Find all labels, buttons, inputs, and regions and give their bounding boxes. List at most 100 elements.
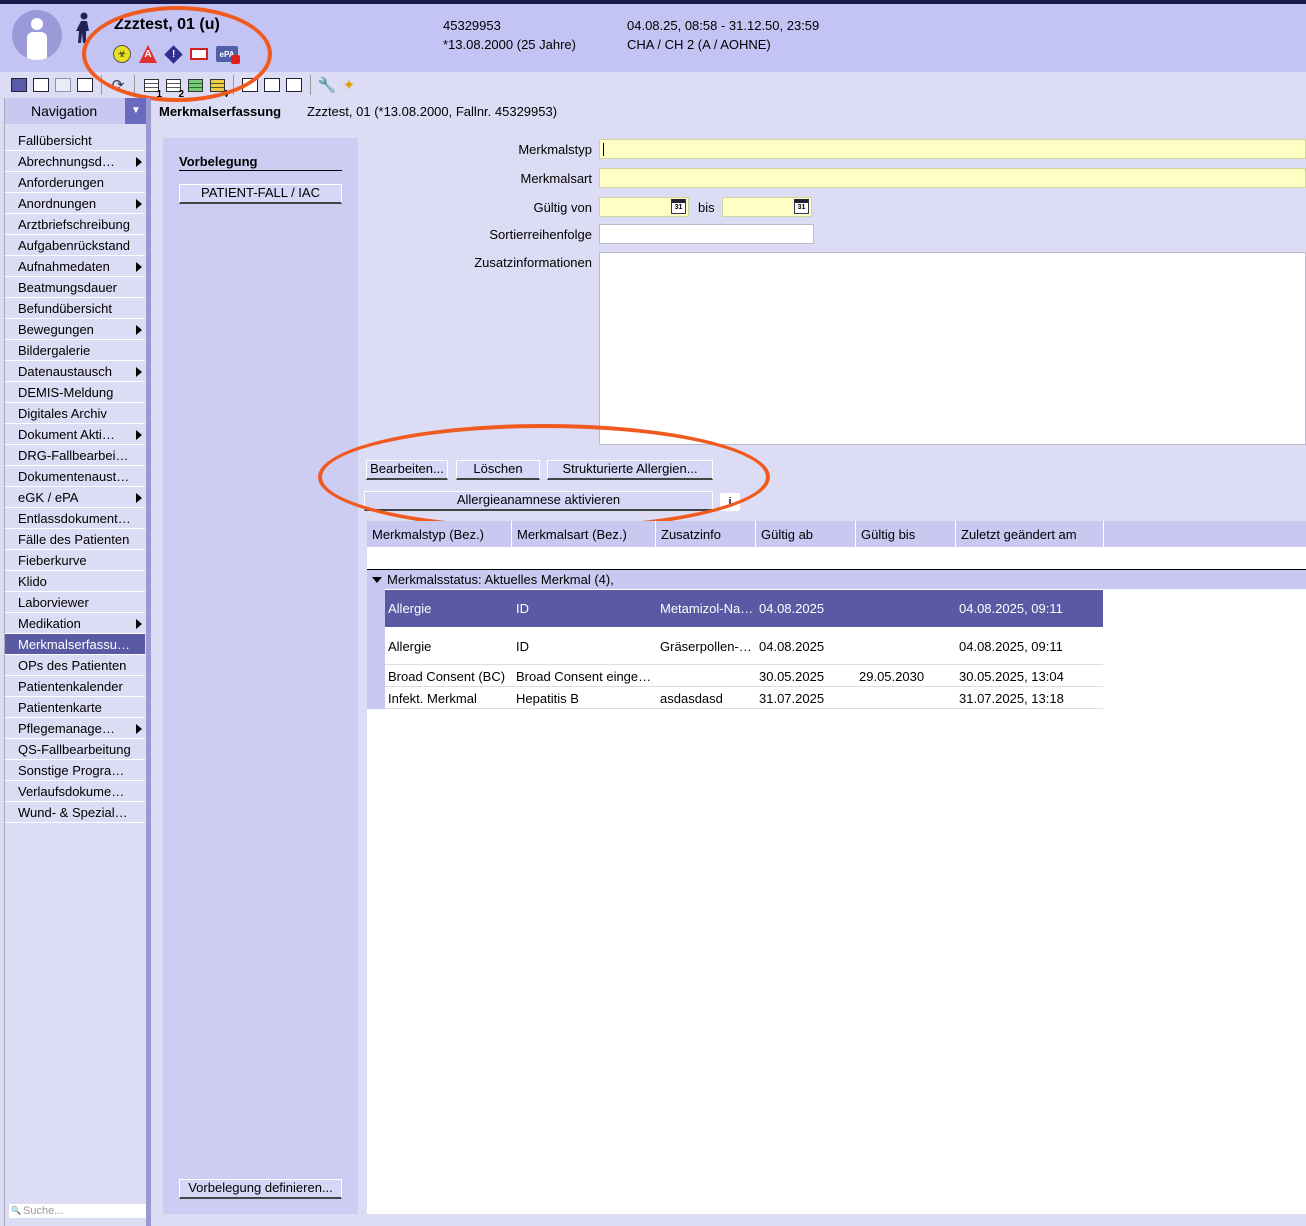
nav-item-label: Arztbriefschreibung	[18, 217, 130, 232]
nav-item[interactable]: Laborviewer	[5, 592, 145, 613]
table-cell-changed: 04.08.2025, 09:11	[959, 639, 1063, 654]
valid-to-label: bis	[698, 200, 715, 215]
nav-item[interactable]: Entlassdokument…	[5, 508, 145, 529]
nav-item[interactable]: eGK / ePA	[5, 487, 145, 508]
navigation-dropdown-button[interactable]: ▼	[125, 98, 147, 124]
nav-item[interactable]: Aufgabenrückstand	[5, 235, 145, 256]
nav-item[interactable]: Datenaustausch	[5, 361, 145, 382]
nav-item-label: Medikation	[18, 616, 81, 631]
edit-list-icon[interactable]	[283, 74, 305, 96]
new-star-icon[interactable]: ✦	[338, 74, 360, 96]
type-field[interactable]	[599, 139, 1306, 159]
nav-item[interactable]: Abrechnungsd…	[5, 151, 145, 172]
navigation-search-input[interactable]: Suche...	[9, 1204, 147, 1218]
table-cell-from: 04.08.2025	[759, 639, 825, 654]
preset-title: Vorbelegung	[179, 154, 258, 169]
nav-item[interactable]: Pflegemanage…	[5, 718, 145, 739]
nav-item[interactable]: Anforderungen	[5, 172, 145, 193]
status-strip	[151, 1214, 1306, 1226]
valid-from-field[interactable]: 31	[599, 197, 689, 217]
column-header[interactable]: Merkmalstyp (Bez.)	[367, 521, 512, 547]
nav-item[interactable]: Dokumentenaust…	[5, 466, 145, 487]
table-cell-info: Metamizol-Na…	[660, 601, 754, 616]
kind-field[interactable]	[599, 168, 1306, 188]
nav-item[interactable]: Bildergalerie	[5, 340, 145, 361]
nav-item[interactable]: Aufnahmedaten	[5, 256, 145, 277]
nav-item[interactable]: Arztbriefschreibung	[5, 214, 145, 235]
nav-item[interactable]: Beatmungsdauer	[5, 277, 145, 298]
preset-patient-case-button[interactable]: PATIENT-FALL / IAC	[179, 184, 342, 204]
table-cell-changed: 30.05.2025, 13:04	[959, 668, 1064, 684]
nav-item-label: Merkmalserfassung	[18, 637, 132, 652]
table-row[interactable]: Allergie ID Metamizol-Na… 04.08.2025 04.08.2…	[385, 590, 1103, 627]
nav-item[interactable]: QS-Fallbearbeitung	[5, 739, 145, 760]
navigation-title: Navigation	[31, 103, 98, 119]
submenu-arrow-icon	[136, 619, 142, 629]
nav-item[interactable]: Fieberkurve	[5, 550, 145, 571]
table-row[interactable]: Infekt. Merkmal Hepatitis B asdasdasd 31.07…	[385, 687, 1103, 709]
panel-divider[interactable]	[146, 98, 151, 1226]
nav-item-label: Fälle des Patienten	[18, 532, 130, 547]
import-icon[interactable]	[261, 74, 283, 96]
submenu-arrow-icon	[136, 157, 142, 167]
column-header[interactable]: Zuletzt geändert am	[956, 521, 1104, 547]
nav-item[interactable]: Medikation	[5, 613, 145, 634]
table-header: Merkmalstyp (Bez.) Merkmalsart (Bez.) Zusa…	[367, 521, 1306, 547]
nav-item[interactable]: DEMIS-Meldung	[5, 382, 145, 403]
table-cell-changed: 31.07.2025, 13:18	[959, 690, 1064, 706]
sort-order-field[interactable]	[599, 224, 814, 244]
nav-item[interactable]: Befundübersicht	[5, 298, 145, 319]
window-copy-icon[interactable]	[52, 74, 74, 96]
nav-item[interactable]: Fallübersicht	[5, 130, 145, 151]
nav-item-label: Verlaufsdokument…	[18, 784, 136, 799]
table-cell-changed: 04.08.2025, 09:11	[959, 601, 1063, 616]
annotation-ellipse-buttons	[318, 424, 770, 530]
fit-window-icon[interactable]	[74, 74, 96, 96]
valid-to-field[interactable]: 31	[722, 197, 812, 217]
nav-item-label: Abrechnungsd…	[18, 154, 115, 169]
layout-single-icon[interactable]	[8, 74, 30, 96]
nav-item[interactable]: OPs des Patienten	[5, 655, 145, 676]
pin-icon[interactable]: 🔧	[316, 74, 338, 96]
kind-label: Merkmalsart	[520, 171, 592, 186]
column-header[interactable]: Zusatzinfo	[656, 521, 756, 547]
group-row[interactable]: Merkmalsstatus: Aktuelles Merkmal (4),	[367, 569, 1306, 589]
nav-item[interactable]: Sonstige Program…	[5, 760, 145, 781]
nav-item[interactable]: Patientenkarte	[5, 697, 145, 718]
layout-split-icon[interactable]	[30, 74, 52, 96]
table-row[interactable]: Broad Consent (BC) Broad Consent einge… 30…	[385, 665, 1103, 687]
nav-item[interactable]: Anordnungen	[5, 193, 145, 214]
page-title: Merkmalserfassung	[159, 104, 282, 119]
nav-item[interactable]: Patientenkalender	[5, 676, 145, 697]
nav-item[interactable]: Klido	[5, 571, 145, 592]
nav-item[interactable]: Fälle des Patienten	[5, 529, 145, 550]
nav-item[interactable]: Wund- & Speziald…	[5, 802, 145, 823]
submenu-arrow-icon	[136, 724, 142, 734]
table-cell-type: Infekt. Merkmal	[388, 690, 477, 706]
collapse-icon[interactable]	[372, 577, 382, 583]
submenu-arrow-icon	[136, 262, 142, 272]
nav-item-label: Fieberkurve	[18, 553, 87, 568]
submenu-arrow-icon	[136, 325, 142, 335]
table-row[interactable]: Allergie ID Gräserpollen-… 04.08.2025 04.08.…	[385, 628, 1103, 665]
nav-item[interactable]: Verlaufsdokument…	[5, 781, 145, 802]
define-preset-button[interactable]: Vorbelegung definieren...	[179, 1179, 342, 1199]
page-subtitle: Zzztest, 01 (*13.08.2000, Fallnr. 453299…	[307, 104, 558, 119]
ward-info: CHA / CH 2 (A / AOHNE)	[627, 37, 771, 52]
annotation-ellipse-icons	[82, 6, 272, 102]
nav-item-label: Dokumentenaust…	[18, 469, 130, 484]
nav-item[interactable]: Bewegungen	[5, 319, 145, 340]
calendar-icon[interactable]: 31	[794, 199, 809, 214]
nav-item-label: Beatmungsdauer	[18, 280, 118, 295]
nav-item[interactable]: Digitales Archiv	[5, 403, 145, 424]
nav-item[interactable]: DRG-Fallbearbeit…	[5, 445, 145, 466]
nav-item-label: Sonstige Program…	[18, 763, 136, 778]
additional-info-textarea[interactable]	[599, 252, 1306, 445]
calendar-icon[interactable]: 31	[671, 199, 686, 214]
table-cell-type: Allergie	[388, 639, 432, 654]
column-header[interactable]: Gültig ab	[756, 521, 856, 547]
nav-item[interactable]: Dokument Akti…	[5, 424, 145, 445]
nav-item[interactable]: Merkmalserfassung	[5, 634, 145, 655]
column-header[interactable]: Gültig bis	[856, 521, 956, 547]
column-header[interactable]: Merkmalsart (Bez.)	[512, 521, 656, 547]
